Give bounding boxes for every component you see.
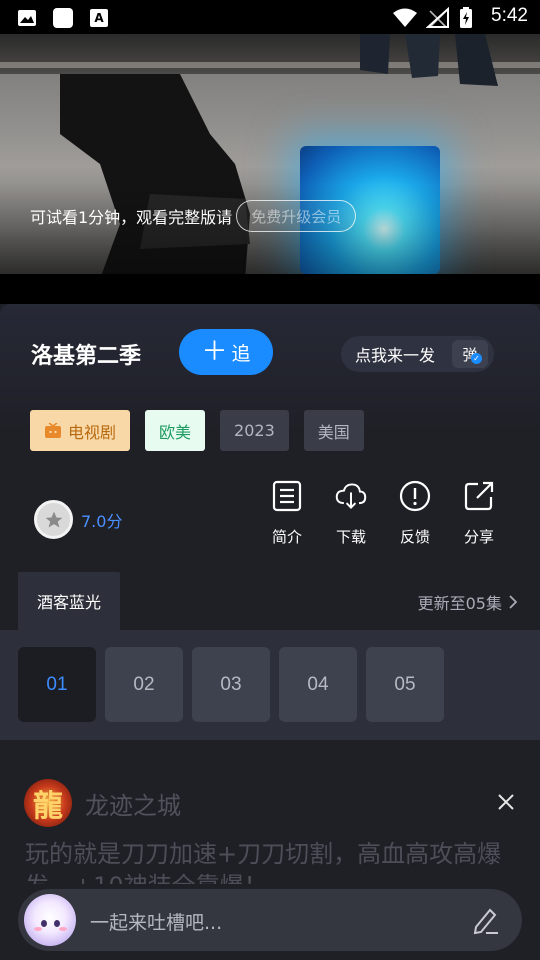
trial-notice: 可试看1分钟，观看完整版请 免费升级会员: [30, 200, 357, 232]
rating: 7.0分: [34, 500, 122, 539]
comment-input-bar[interactable]: 一起来吐槽吧...: [18, 889, 522, 951]
chevron-right-icon: [509, 595, 518, 609]
avatar-cheek: [34, 927, 42, 931]
download-label: 下载: [335, 528, 366, 546]
video-bottom-bar: [0, 274, 540, 304]
edit-icon[interactable]: [470, 905, 500, 935]
comment-placeholder[interactable]: 一起来吐槽吧...: [90, 908, 222, 935]
episode-button[interactable]: 03: [192, 647, 270, 722]
episode-button[interactable]: 01: [18, 647, 96, 722]
a-font-icon: A: [90, 9, 108, 27]
trial-text: 可试看1分钟，观看完整版请: [30, 208, 233, 227]
ad-title: 龙迹之城: [85, 792, 181, 820]
source-tab[interactable]: 酒客蓝光: [18, 572, 120, 630]
update-info[interactable]: 更新至05集: [418, 590, 518, 614]
intro-button[interactable]: 简介: [255, 480, 319, 547]
svg-text:A: A: [94, 11, 104, 25]
clock: 5:42: [491, 5, 528, 26]
avatar-eye: [54, 920, 60, 927]
episode-list: 01 02 03 04 05: [18, 647, 444, 722]
share-label: 分享: [463, 528, 494, 546]
download-button[interactable]: 下载: [319, 480, 383, 547]
show-info-panel: 洛基第二季 ＋ 追 点我来一发 弹 ✓ 电视剧 欧美 2023 美国 7.0分: [0, 304, 540, 630]
wifi-icon: [393, 8, 417, 27]
tv-icon: [45, 422, 61, 438]
episode-button[interactable]: 02: [105, 647, 183, 722]
update-label: 更新至05集: [417, 594, 502, 613]
feedback-label: 反馈: [399, 528, 430, 546]
tag-country[interactable]: 美国: [303, 410, 364, 451]
check-badge-icon: ✓: [471, 353, 482, 364]
upgrade-vip-button[interactable]: 免费升级会员: [236, 200, 357, 232]
episode-button[interactable]: 04: [279, 647, 357, 722]
plus-icon: ＋: [201, 337, 228, 367]
video-frame-legs: [360, 34, 498, 86]
cloud-download-icon: [335, 483, 367, 509]
square-app-icon: [53, 8, 73, 28]
alert-circle-icon: [399, 480, 431, 512]
follow-button[interactable]: ＋ 追: [179, 329, 273, 375]
tag-type-label: 电视剧: [68, 422, 117, 442]
video-player[interactable]: 可试看1分钟，观看完整版请 免费升级会员: [0, 34, 540, 274]
tag-type[interactable]: 电视剧: [30, 410, 131, 451]
signal-icon: [426, 7, 449, 28]
avatar: [24, 894, 76, 946]
avatar-eye: [41, 920, 47, 927]
game-logo: 龍: [24, 779, 72, 827]
ad-description: 玩的就是刀刀加速+刀刀切割，高血高攻高爆发，+10神装全靠爆！: [25, 840, 502, 884]
share-button[interactable]: 分享: [447, 480, 511, 547]
status-bar: A 5:42: [0, 0, 540, 34]
episode-button[interactable]: 05: [366, 647, 444, 722]
tag-list: 电视剧 欧美 2023 美国: [30, 410, 364, 451]
game-logo-char: 龍: [33, 789, 63, 824]
intro-label: 简介: [271, 528, 302, 546]
danmu-label: 点我来一发: [355, 346, 436, 365]
share-icon: [464, 481, 494, 511]
battery-charging-icon: [460, 7, 472, 28]
document-icon: [272, 480, 302, 512]
tag-year[interactable]: 2023: [220, 410, 289, 451]
star-rating-icon[interactable]: [34, 500, 73, 539]
follow-label: 追: [231, 342, 251, 365]
danmu-toggle-icon[interactable]: 弹 ✓: [452, 340, 488, 368]
episode-panel: 01 02 03 04 05: [0, 630, 540, 740]
action-bar: 简介 下载 反馈 分享: [255, 480, 511, 547]
source-row: 酒客蓝光 更新至05集: [0, 572, 540, 630]
danmu-input-button[interactable]: 点我来一发 弹 ✓: [341, 336, 494, 372]
tag-region[interactable]: 欧美: [145, 410, 206, 451]
close-icon[interactable]: [494, 790, 518, 814]
avatar-cheek: [59, 927, 67, 931]
image-icon: [18, 10, 36, 26]
feedback-button[interactable]: 反馈: [383, 480, 447, 547]
show-title: 洛基第二季: [31, 344, 142, 369]
rating-value: 7.0分: [81, 511, 123, 531]
